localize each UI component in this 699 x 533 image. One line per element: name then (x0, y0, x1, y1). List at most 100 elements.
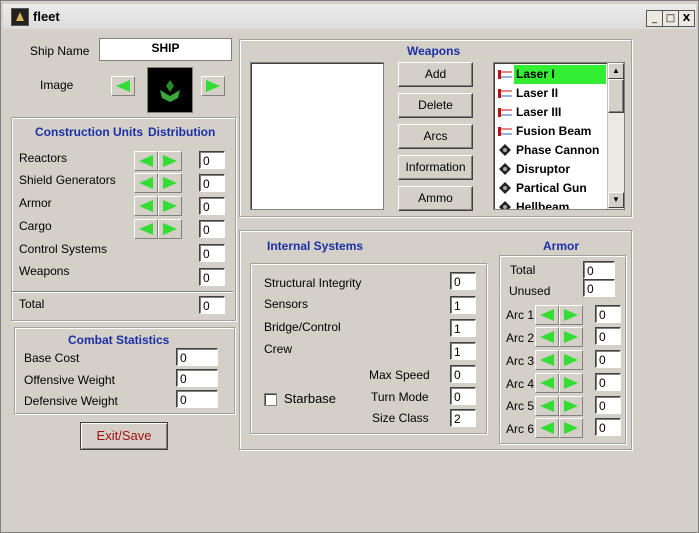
construction-total-label: Total (19, 297, 45, 311)
bridge-control-value[interactable]: 1 (450, 319, 476, 337)
arc-3-stepper (535, 350, 583, 370)
arc-5-increase-button[interactable] (559, 396, 583, 416)
information-button[interactable]: Information (398, 155, 473, 180)
arc-6-increase-button[interactable] (559, 418, 583, 438)
arc-1-increase-button[interactable] (559, 305, 583, 325)
armor-units-value[interactable]: 0 (199, 197, 225, 215)
arrow-right-icon (564, 309, 578, 321)
cargo-decrease-button[interactable] (134, 219, 158, 239)
installed-weapons-list[interactable] (250, 62, 384, 210)
bridge-control-label: Bridge/Control (264, 320, 341, 334)
arc-5-value[interactable]: 0 (595, 396, 621, 414)
arrow-left-icon (139, 200, 153, 212)
shield-generators-value[interactable]: 0 (199, 174, 225, 192)
base-cost-value: 0 (176, 348, 218, 366)
scroll-up-button[interactable]: ▲ (608, 63, 624, 79)
starbase-checkbox[interactable] (264, 393, 277, 406)
arc-1-decrease-button[interactable] (535, 305, 559, 325)
image-prev-button[interactable] (111, 76, 135, 96)
image-next-button[interactable] (201, 76, 225, 96)
armor-units-stepper (134, 196, 182, 216)
structural-integrity-value[interactable]: 0 (450, 272, 476, 290)
shield-generators-label: Shield Generators (19, 173, 116, 187)
armor-total-label: Total (510, 263, 536, 277)
weapons-units-value[interactable]: 0 (199, 268, 225, 286)
ship-emblem-icon (160, 80, 180, 102)
reactors-value[interactable]: 0 (199, 151, 225, 169)
weapon-catalog-list[interactable]: Laser I Laser II Laser III Fusion Beam P… (493, 62, 625, 210)
arrow-left-icon (540, 377, 554, 389)
arrow-right-icon (564, 354, 578, 366)
arc-2-increase-button[interactable] (559, 327, 583, 347)
arrow-left-icon (139, 223, 153, 235)
scroll-thumb[interactable] (608, 79, 624, 113)
cargo-value[interactable]: 0 (199, 220, 225, 238)
arc-3-decrease-button[interactable] (535, 350, 559, 370)
cannon-icon (499, 144, 511, 156)
weapon-item-laser-ii[interactable]: Laser II (498, 84, 608, 103)
arrow-right-icon (206, 80, 220, 92)
reactors-decrease-button[interactable] (134, 151, 158, 171)
control-systems-value[interactable]: 0 (199, 244, 225, 262)
weapon-item-laser-iii[interactable]: Laser III (498, 103, 608, 122)
arrow-right-icon (564, 422, 578, 434)
weapons-title: Weapons (407, 44, 461, 58)
arrow-left-icon (139, 177, 153, 189)
offensive-weight-value: 0 (176, 369, 218, 387)
arc-1-value[interactable]: 0 (595, 305, 621, 323)
shield-generators-increase-button[interactable] (158, 173, 182, 193)
arc-2-value[interactable]: 0 (595, 327, 621, 345)
arc-4-increase-button[interactable] (559, 373, 583, 393)
scroll-down-button[interactable]: ▼ (608, 192, 624, 208)
exit-save-button[interactable]: Exit/Save (80, 422, 168, 450)
weapon-item-partical-gun[interactable]: Partical Gun (498, 179, 608, 198)
fleet-window: fleet _ □ X Ship Name SHIP Image Constru… (0, 0, 699, 533)
cannon-icon (499, 163, 511, 175)
weapon-list-scrollbar[interactable]: ▲ ▼ (607, 63, 624, 209)
arc-6-value[interactable]: 0 (595, 418, 621, 436)
arc-4-decrease-button[interactable] (535, 373, 559, 393)
weapon-item-disruptor[interactable]: Disruptor (498, 160, 608, 179)
base-cost-label: Base Cost (24, 351, 80, 365)
delete-weapon-button[interactable]: Delete (398, 93, 473, 118)
ammo-button[interactable]: Ammo (398, 186, 473, 211)
cargo-label: Cargo (19, 219, 52, 233)
reactors-increase-button[interactable] (158, 151, 182, 171)
arc-4-value[interactable]: 0 (595, 373, 621, 391)
shield-generators-decrease-button[interactable] (134, 173, 158, 193)
weapon-item-phase-cannon[interactable]: Phase Cannon (498, 141, 608, 160)
ship-name-input[interactable]: SHIP (99, 38, 232, 61)
cargo-increase-button[interactable] (158, 219, 182, 239)
crew-value[interactable]: 1 (450, 342, 476, 360)
armor-units-decrease-button[interactable] (134, 196, 158, 216)
crew-label: Crew (264, 342, 293, 356)
arc-3-increase-button[interactable] (559, 350, 583, 370)
arc-3-value[interactable]: 0 (595, 350, 621, 368)
reactors-label: Reactors (19, 151, 68, 165)
internal-systems-title: Internal Systems (267, 239, 364, 253)
size-class-label: Size Class (372, 411, 429, 425)
arcs-button[interactable]: Arcs (398, 124, 473, 149)
sensors-value[interactable]: 1 (450, 296, 476, 314)
add-weapon-button[interactable]: Add (398, 62, 473, 87)
arc-2-decrease-button[interactable] (535, 327, 559, 347)
turn-mode-label: Turn Mode (371, 390, 429, 404)
armor-total-value: 0 (583, 261, 615, 279)
armor-units-increase-button[interactable] (158, 196, 182, 216)
close-button[interactable]: X (678, 10, 695, 27)
cargo-stepper (134, 219, 182, 239)
title-bar[interactable]: fleet _ □ X (3, 4, 696, 29)
arc-5-decrease-button[interactable] (535, 396, 559, 416)
arc-6-decrease-button[interactable] (535, 418, 559, 438)
weapon-item-fusion-beam[interactable]: Fusion Beam (498, 122, 608, 141)
app-icon (11, 8, 29, 26)
arc-5-label: Arc 5 (506, 399, 535, 413)
beam-icon (498, 127, 512, 136)
structural-integrity-label: Structural Integrity (264, 276, 362, 290)
weapon-item-laser-i[interactable]: Laser I (498, 65, 608, 84)
minimize-button[interactable]: _ (646, 10, 663, 27)
weapon-item-hellbeam[interactable]: Hellbeam (498, 198, 608, 209)
armor-title: Armor (543, 239, 580, 253)
beam-icon (498, 89, 512, 98)
maximize-button[interactable]: □ (662, 10, 679, 27)
